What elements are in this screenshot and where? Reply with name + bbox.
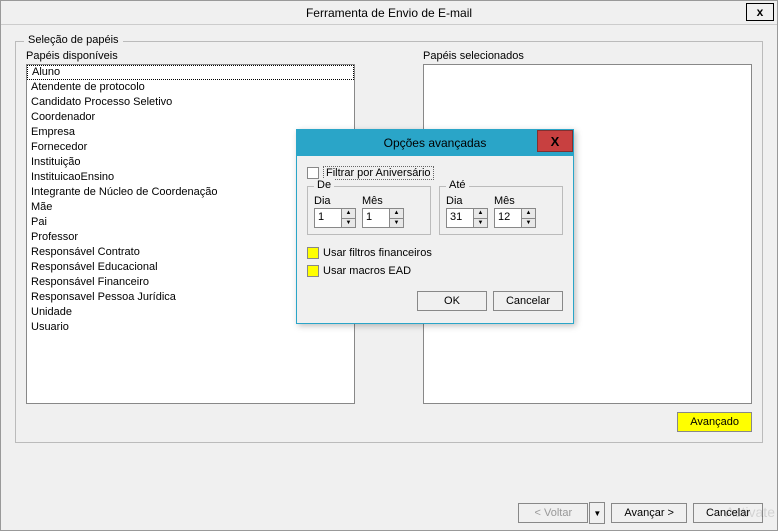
chevron-down-icon: ▼ xyxy=(593,509,601,518)
spin-down-icon[interactable]: ▼ xyxy=(522,219,535,228)
spin-down-icon[interactable]: ▼ xyxy=(474,219,487,228)
advanced-row: Avançado xyxy=(26,412,752,432)
cancel-button[interactable]: Cancelar xyxy=(693,503,763,523)
spin-down-icon[interactable]: ▼ xyxy=(342,219,355,228)
next-button[interactable]: Avançar > xyxy=(611,503,687,523)
dialog-buttons: OK Cancelar xyxy=(307,291,563,311)
list-item[interactable]: Candidato Processo Seletivo xyxy=(27,95,354,110)
to-day-label: Dia xyxy=(446,195,488,207)
from-day-spinner[interactable]: 1 ▲ ▼ xyxy=(314,208,356,228)
to-day-value: 31 xyxy=(447,209,473,227)
spin-up-icon[interactable]: ▲ xyxy=(474,209,487,219)
selected-label: Papéis selecionados xyxy=(423,50,752,62)
from-month-value: 1 xyxy=(363,209,389,227)
wizard-buttons: < Voltar ▼ Avançar > Cancelar xyxy=(518,502,763,524)
to-month-field: Mês 12 ▲ ▼ xyxy=(494,195,536,228)
advanced-button[interactable]: Avançado xyxy=(677,412,752,432)
macros-ead-label: Usar macros EAD xyxy=(323,265,411,277)
from-month-label: Mês xyxy=(362,195,404,207)
to-day-spinner[interactable]: 31 ▲ ▼ xyxy=(446,208,488,228)
from-month-field: Mês 1 ▲ ▼ xyxy=(362,195,404,228)
filter-birthday-label: Filtrar por Aniversário xyxy=(323,166,434,180)
back-button[interactable]: < Voltar xyxy=(518,503,588,523)
dialog-cancel-button[interactable]: Cancelar xyxy=(493,291,563,311)
from-group: De Dia 1 ▲ ▼ xyxy=(307,186,431,235)
from-day-value: 1 xyxy=(315,209,341,227)
dialog-ok-button[interactable]: OK xyxy=(417,291,487,311)
main-window: Ferramenta de Envio de E-mail x Seleção … xyxy=(0,0,778,531)
dialog-titlebar: Opções avançadas X xyxy=(297,130,573,156)
from-day-label: Dia xyxy=(314,195,356,207)
to-month-spinner[interactable]: 12 ▲ ▼ xyxy=(494,208,536,228)
spin-up-icon[interactable]: ▲ xyxy=(342,209,355,219)
to-month-value: 12 xyxy=(495,209,521,227)
from-month-spinner[interactable]: 1 ▲ ▼ xyxy=(362,208,404,228)
list-item[interactable]: Atendente de protocolo xyxy=(27,80,354,95)
date-groups: De Dia 1 ▲ ▼ xyxy=(307,186,563,235)
dialog-close-button[interactable]: X xyxy=(537,130,573,152)
financial-filter-checkbox[interactable] xyxy=(307,247,319,259)
spin-up-icon[interactable]: ▲ xyxy=(390,209,403,219)
back-dropdown-button[interactable]: ▼ xyxy=(589,502,605,524)
window-title: Ferramenta de Envio de E-mail xyxy=(306,6,472,20)
macros-ead-row: Usar macros EAD xyxy=(307,265,563,277)
to-month-label: Mês xyxy=(494,195,536,207)
close-icon: X xyxy=(551,134,560,149)
financial-filter-row: Usar filtros financeiros xyxy=(307,247,563,259)
filter-birthday-checkbox[interactable] xyxy=(307,167,319,179)
roles-legend: Seleção de papéis xyxy=(24,34,123,46)
available-label: Papéis disponíveis xyxy=(26,50,355,62)
to-group: Até Dia 31 ▲ ▼ xyxy=(439,186,563,235)
dialog-title: Opções avançadas xyxy=(384,136,487,150)
spin-up-icon[interactable]: ▲ xyxy=(522,209,535,219)
to-day-field: Dia 31 ▲ ▼ xyxy=(446,195,488,228)
spin-down-icon[interactable]: ▼ xyxy=(390,219,403,228)
financial-filter-label: Usar filtros financeiros xyxy=(323,247,432,259)
from-day-field: Dia 1 ▲ ▼ xyxy=(314,195,356,228)
advanced-options-dialog: Opções avançadas X Filtrar por Aniversár… xyxy=(296,129,574,324)
dialog-body: Filtrar por Aniversário De Dia 1 ▲ ▼ xyxy=(297,156,573,323)
to-legend: Até xyxy=(446,179,469,191)
filter-birthday-row: Filtrar por Aniversário xyxy=(307,166,563,180)
macros-ead-checkbox[interactable] xyxy=(307,265,319,277)
list-item[interactable]: Coordenador xyxy=(27,110,354,125)
from-legend: De xyxy=(314,179,334,191)
window-close-button[interactable]: x xyxy=(746,3,774,21)
close-icon: x xyxy=(757,5,764,19)
titlebar: Ferramenta de Envio de E-mail x xyxy=(1,1,777,25)
list-item[interactable]: Aluno xyxy=(27,65,354,80)
